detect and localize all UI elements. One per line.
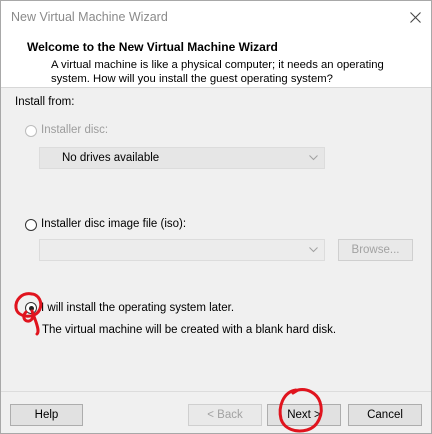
browse-button[interactable]: Browse... xyxy=(338,239,413,261)
wizard-header: Welcome to the New Virtual Machine Wizar… xyxy=(1,33,431,88)
install-later-label: I will install the operating system late… xyxy=(41,302,235,314)
help-button[interactable]: Help xyxy=(10,404,83,426)
disc-drive-dropdown[interactable]: No drives available xyxy=(39,147,325,169)
iso-image-label: Installer disc image file (iso): xyxy=(41,218,187,230)
disc-drive-dropdown-value: No drives available xyxy=(62,152,160,164)
chevron-down-icon xyxy=(309,155,318,161)
installer-disc-label: Installer disc: xyxy=(41,124,109,136)
chevron-down-icon xyxy=(309,247,318,253)
install-later-radio[interactable] xyxy=(25,302,37,314)
footer-divider xyxy=(1,391,431,392)
back-button[interactable]: < Back xyxy=(188,404,262,426)
install-from-label: Install from: xyxy=(15,96,75,108)
blank-disk-note: The virtual machine will be created with… xyxy=(42,324,337,336)
header-description: A virtual machine is like a physical com… xyxy=(51,59,384,85)
header-title: Welcome to the New Virtual Machine Wizar… xyxy=(27,40,278,54)
iso-image-radio[interactable] xyxy=(25,219,37,231)
close-icon xyxy=(410,12,421,23)
wizard-window: New Virtual Machine Wizard Welcome to th… xyxy=(0,0,432,434)
title-bar: New Virtual Machine Wizard xyxy=(1,1,431,33)
cancel-button[interactable]: Cancel xyxy=(348,404,422,426)
iso-path-combo[interactable] xyxy=(39,239,325,261)
next-button[interactable]: Next > xyxy=(267,404,341,426)
close-button[interactable] xyxy=(401,1,431,33)
installer-disc-radio[interactable] xyxy=(25,125,37,137)
window-title: New Virtual Machine Wizard xyxy=(11,10,168,24)
